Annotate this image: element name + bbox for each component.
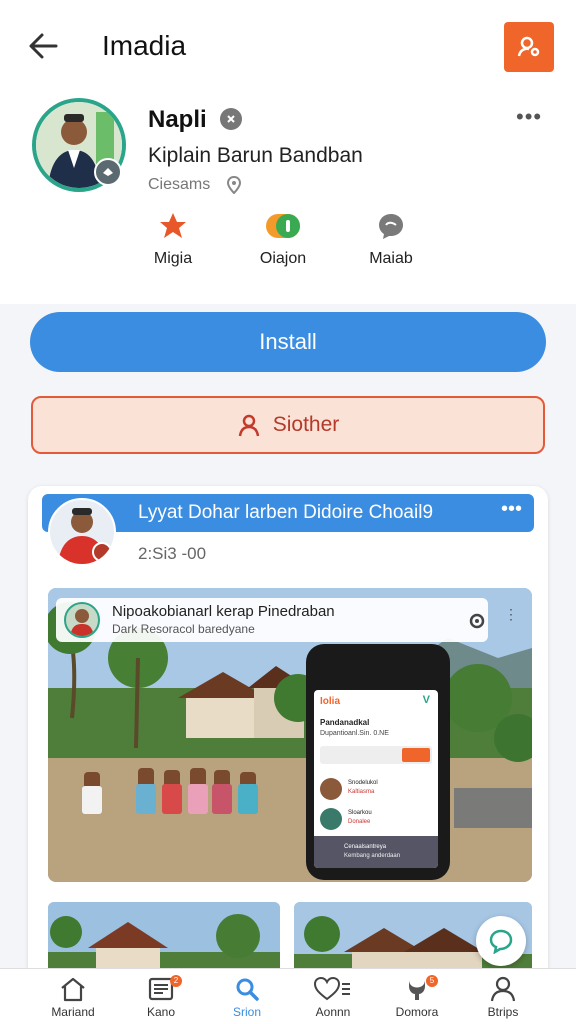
stat-item-0[interactable]: Migia: [128, 210, 218, 268]
toggle-icon: [266, 214, 300, 238]
profile-subtitle: Kiplain Barun Bandban: [148, 144, 363, 167]
profile-meta: Ciesams: [148, 176, 211, 193]
home-icon: [61, 977, 85, 1002]
post-avatar-photo: [50, 500, 114, 564]
post-card: Lyyat Dohar larben Didoire Choail9 ••• 2…: [28, 486, 548, 1024]
nav-item-gift[interactable]: 5 Domora: [372, 975, 462, 1019]
check-icon: V: [422, 694, 430, 706]
nav-item-home[interactable]: Mariand: [28, 975, 118, 1019]
nav-item-favorites[interactable]: Aonnn: [288, 975, 378, 1019]
star-icon: [160, 213, 186, 238]
phone-bottom-sub: Kembang anderdaan: [344, 853, 401, 859]
nav-badge: 5: [426, 975, 438, 987]
phone-item-title: Sloarkou: [348, 810, 372, 816]
phone-list-item: Sloarkou Donalee: [320, 808, 432, 834]
phone-item-avatar: [320, 808, 342, 830]
chat-bubble-icon: [489, 929, 513, 954]
overlay-avatar-photo: [70, 609, 94, 636]
overlay-more-icon[interactable]: ⋮: [504, 606, 518, 623]
phone-search-bar: [320, 746, 432, 764]
chat-icon: [379, 214, 403, 239]
post-photo[interactable]: Nipoakobianarl kerap Pinedraban Dark Res…: [48, 588, 532, 882]
nav-item-news[interactable]: 2 Kano: [116, 975, 206, 1019]
post-time: 2:Si3 -00: [138, 544, 207, 563]
phone-bottom-card: Cenaalsantreya Kembang anderdaan: [314, 836, 438, 868]
heart-icon: [313, 976, 350, 1001]
stat-item-1[interactable]: Oiajon: [238, 210, 328, 268]
profile-section: Napli ••• Kiplain Barun Bandban Ciesams …: [0, 92, 576, 304]
stat-item-2[interactable]: Maiab: [346, 210, 436, 268]
phone-title: Pandanadkal: [320, 718, 370, 727]
page-title: Imadia: [102, 30, 187, 61]
phone-item-sub: Kaltiasma: [348, 789, 375, 795]
post-avatar[interactable]: [48, 498, 116, 566]
install-button[interactable]: Install: [30, 312, 546, 372]
search-icon: [236, 978, 259, 1001]
bird-icon: [103, 168, 113, 176]
phone-brand: Iolia: [320, 696, 341, 707]
post-more-icon[interactable]: •••: [501, 498, 522, 521]
verified-icon: [220, 108, 242, 130]
stat-label: Oiajon: [259, 250, 307, 267]
nav-item-profile[interactable]: Btrips: [458, 975, 548, 1019]
person-icon: [238, 414, 259, 437]
gear-icon[interactable]: [468, 612, 486, 630]
phone-item-sub: Donalee: [348, 819, 371, 825]
other-button[interactable]: Siother: [31, 396, 545, 454]
location-pin-icon: [226, 176, 242, 194]
phone-search-button: [402, 748, 430, 762]
post-title: Lyyat Dohar larben Didoire Choail9: [138, 502, 434, 523]
phone-subtitle: Dupantioanl.Sin. 0.NE: [320, 730, 389, 737]
phone-mockup: Iolia V Pandanadkal Dupantioanl.Sin. 0.N…: [306, 644, 450, 880]
bottom-nav: Mariand 2 Kano Srion Aonnn 5 Domora Btri…: [0, 968, 576, 1024]
back-button[interactable]: [26, 30, 62, 62]
other-button-label: Siother: [272, 413, 340, 436]
user-icon: [490, 976, 516, 1002]
post-overlay: Nipoakobianarl kerap Pinedraban Dark Res…: [56, 598, 488, 642]
nav-label: Btrips: [487, 1005, 519, 1019]
phone-item-title: Snodelukol: [348, 780, 378, 786]
avatar-badge: [94, 158, 122, 186]
nav-label: Mariand: [51, 1005, 95, 1019]
stat-label: Migia: [153, 250, 193, 267]
phone-item-avatar: [320, 778, 342, 800]
phone-list-item: Snodelukol Kaltiasma: [320, 778, 432, 804]
phone-screen: Iolia V Pandanadkal Dupantioanl.Sin. 0.N…: [314, 690, 438, 868]
user-key-icon: [517, 36, 540, 57]
arrow-left-icon: [29, 33, 58, 59]
chat-fab-button[interactable]: [476, 916, 526, 966]
profile-name: Napli: [148, 106, 207, 133]
user-settings-button[interactable]: [504, 22, 554, 72]
top-bar: Imadia: [0, 0, 576, 92]
nav-label: Aonnn: [315, 1005, 351, 1019]
more-options-icon[interactable]: •••: [516, 104, 542, 130]
post-header: Lyyat Dohar larben Didoire Choail9 •••: [42, 494, 534, 532]
nav-label: Srion: [232, 1005, 261, 1019]
stat-label: Maiab: [369, 250, 413, 267]
overlay-subtitle: Dark Resoracol baredyane: [112, 622, 255, 636]
overlay-title: Nipoakobianarl kerap Pinedraban: [112, 603, 335, 620]
nav-item-search[interactable]: Srion: [202, 975, 292, 1019]
nav-label: Domora: [395, 1005, 439, 1019]
overlay-avatar[interactable]: [64, 602, 100, 638]
phone-bottom-title: Cenaalsantreya: [344, 844, 387, 850]
nav-label: Kano: [146, 1005, 176, 1019]
nav-badge: 2: [170, 975, 182, 987]
